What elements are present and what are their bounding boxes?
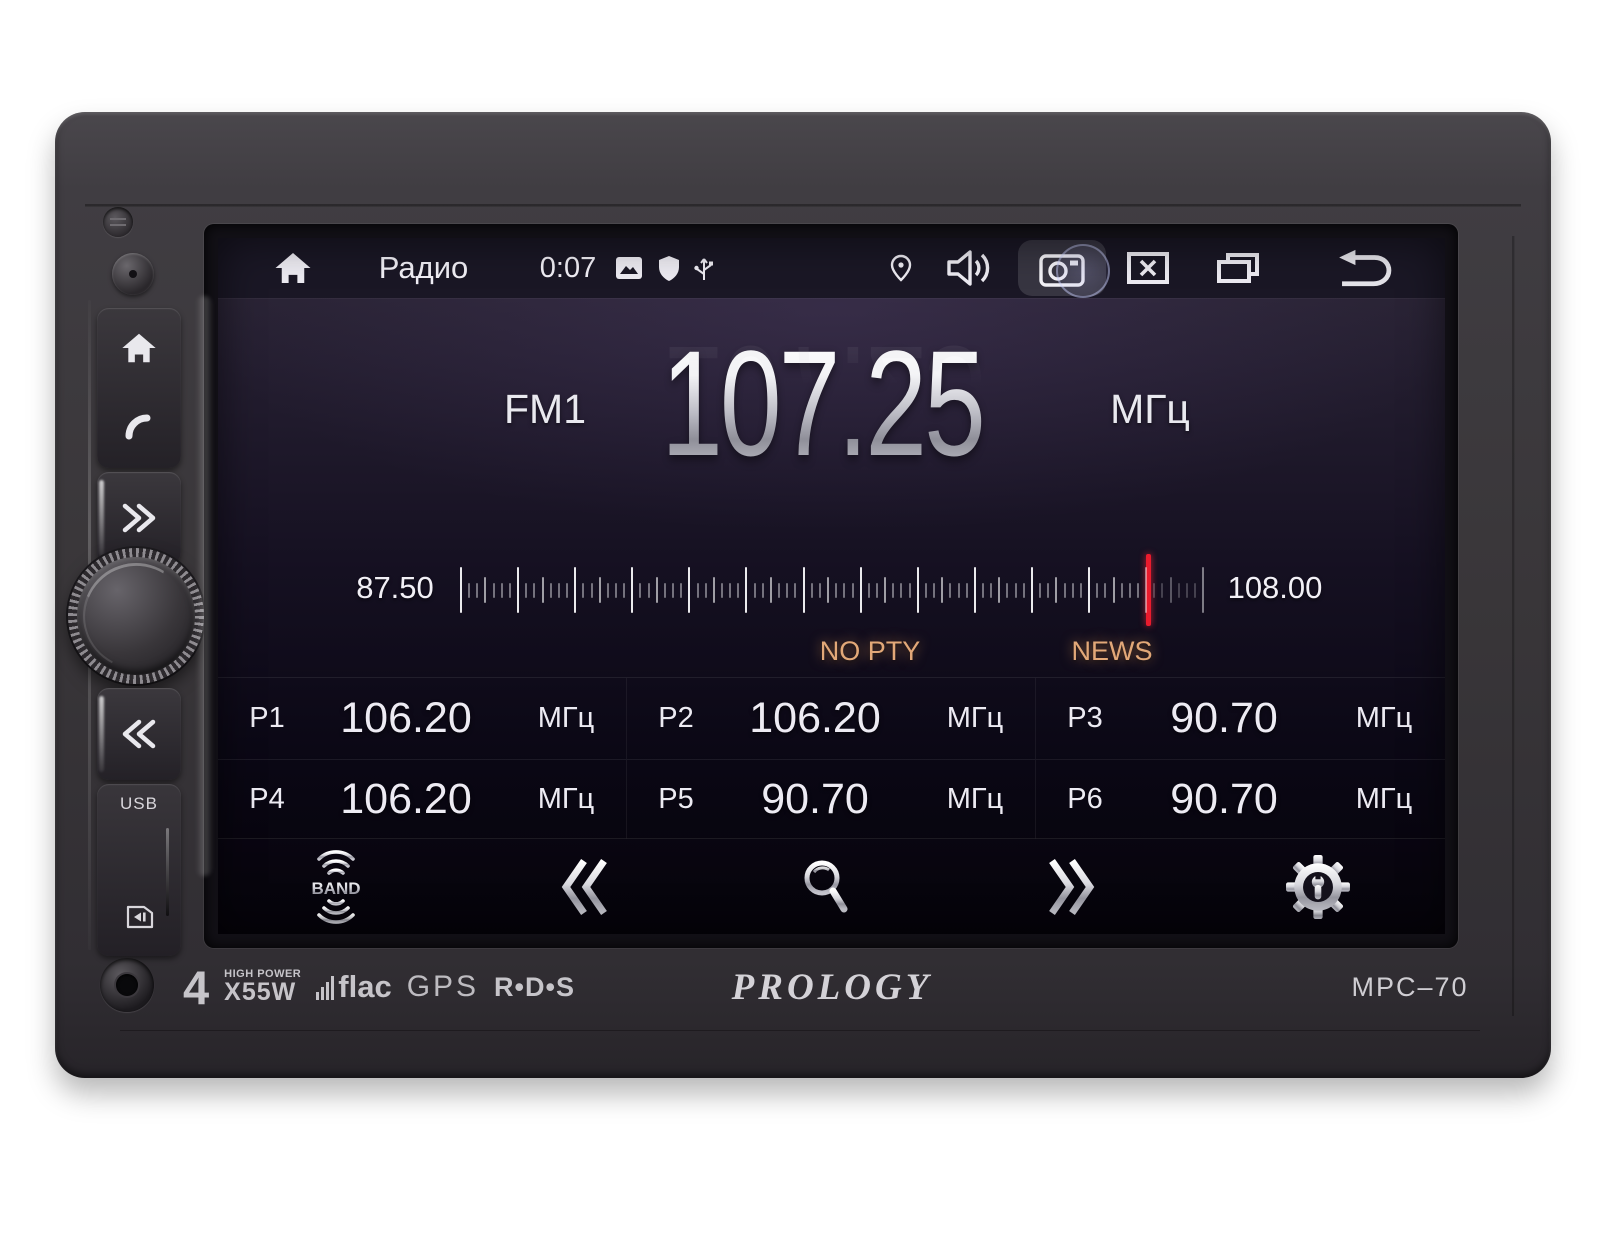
side-rocker <box>97 308 181 468</box>
band-button[interactable]: BAND <box>284 839 388 934</box>
badge-rds: R•D•S <box>494 972 575 1003</box>
scan-button[interactable] <box>792 839 860 934</box>
preset-button-2[interactable]: P2 106.20 МГц <box>627 678 1036 759</box>
usb-port-cover <box>166 828 169 916</box>
pty-status-label: NO PTY <box>780 636 960 667</box>
preset-button-4[interactable]: P4 106.20 МГц <box>218 759 627 840</box>
back-button[interactable] <box>1330 238 1400 298</box>
preset-button-5[interactable]: P5 90.70 МГц <box>627 759 1036 840</box>
preset-button-1[interactable]: P1 106.20 МГц <box>218 678 627 759</box>
status-time: 0:07 <box>528 238 608 298</box>
recent-apps-button[interactable] <box>1214 238 1262 298</box>
home-icon <box>273 250 313 286</box>
settings-button[interactable] <box>1280 839 1356 934</box>
usb-panel: USB <box>97 784 181 956</box>
seek-back-hard-button[interactable] <box>97 688 181 780</box>
brand-logo: PROLOGY <box>712 966 952 1009</box>
fast-forward-icon <box>117 498 161 538</box>
double-chevron-right-icon <box>1041 856 1099 918</box>
shield-status-icon <box>655 238 683 298</box>
home-hard-button[interactable] <box>120 331 158 365</box>
usb-status-icon <box>690 238 718 298</box>
badge-power: HIGH POWER X55W <box>224 969 301 1005</box>
volume-button[interactable] <box>940 238 994 298</box>
home-icon <box>120 331 158 365</box>
screenshot-button[interactable] <box>1018 240 1106 296</box>
microsd-card-icon <box>123 902 157 932</box>
preset-button-3[interactable]: P3 90.70 МГц <box>1036 678 1445 759</box>
scale-max-label: 108.00 <box>1200 570 1350 606</box>
search-icon <box>797 856 855 918</box>
aux-jack <box>100 958 154 1012</box>
touch-ripple <box>1056 244 1110 298</box>
volume-knob-face <box>77 557 195 675</box>
flac-bars-icon <box>316 974 334 1000</box>
close-window-button[interactable] <box>1124 238 1172 298</box>
band-label: FM1 <box>475 386 615 433</box>
bezel-seam-top <box>85 204 1521 207</box>
tuning-ticks[interactable] <box>460 544 1205 636</box>
volume-knob[interactable] <box>68 548 204 684</box>
scene: USB 4 HIGH POWER X55W flac GPS R•D•S PRO… <box>0 0 1600 1235</box>
program-type-label: NEWS <box>1022 636 1202 667</box>
home-soft-button[interactable] <box>271 238 315 298</box>
usb-port-label: USB <box>97 794 181 814</box>
status-bar: Радио 0:07 <box>218 238 1445 298</box>
rewind-icon <box>117 714 161 754</box>
settings-gear-icon <box>1285 854 1351 920</box>
preset-grid: P1 106.20 МГц P2 106.20 МГц P3 90.70 МГц… <box>218 677 1445 839</box>
model-label: MPC–70 <box>1320 972 1500 1003</box>
frequency-reflection: 107.25 <box>644 318 999 478</box>
seek-right-button[interactable] <box>1038 839 1102 934</box>
radio-toolbar: BAND <box>218 838 1445 934</box>
location-status-icon <box>886 238 916 298</box>
badge-row: 4 HIGH POWER X55W flac GPS R•D•S <box>183 960 575 1014</box>
phone-hard-button[interactable] <box>121 410 157 446</box>
app-title: Радио <box>346 238 501 298</box>
back-icon <box>1334 246 1396 290</box>
microphone-button[interactable] <box>112 253 154 295</box>
badge-flac-logo: flac <box>316 974 391 1000</box>
badge-channels: 4 <box>183 964 209 1011</box>
glass-reflection <box>196 296 212 876</box>
preset-button-6[interactable]: P6 90.70 МГц <box>1036 759 1445 840</box>
bezel-seam-bottom <box>120 1030 1480 1031</box>
phone-icon <box>121 410 157 446</box>
badge-gps: GPS <box>407 970 479 1004</box>
bezel-seam-right <box>1512 236 1515 1016</box>
touchscreen: Радио 0:07 <box>218 238 1445 934</box>
frequency-unit: МГц <box>1070 386 1230 433</box>
reset-screw <box>103 207 133 237</box>
svg-text:BAND: BAND <box>311 879 360 898</box>
band-icon: BAND <box>290 847 382 927</box>
double-chevron-left-icon <box>557 856 615 918</box>
gallery-status-icon <box>613 238 645 298</box>
seek-left-button[interactable] <box>554 839 618 934</box>
scale-min-label: 87.50 <box>325 570 465 606</box>
